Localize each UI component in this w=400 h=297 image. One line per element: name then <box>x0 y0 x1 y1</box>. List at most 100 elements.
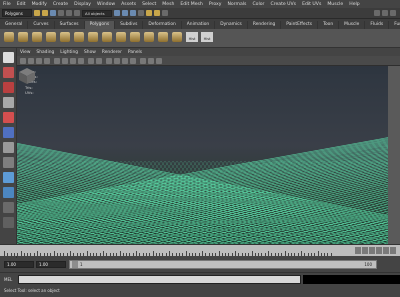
tab-toon[interactable]: Toon <box>318 21 340 29</box>
tab-dynamics[interactable]: Dynamics <box>215 21 248 29</box>
layout-four-icon[interactable] <box>3 187 14 198</box>
menu-create-uvs[interactable]: Create UVs <box>267 2 299 7</box>
film-gate-icon[interactable] <box>62 58 68 64</box>
safe-action-icon[interactable] <box>96 58 102 64</box>
tab-rendering[interactable]: Rendering <box>248 21 282 29</box>
snap-point-icon[interactable] <box>130 10 136 16</box>
tab-general[interactable]: General <box>0 21 29 29</box>
play-back-icon[interactable] <box>369 247 375 254</box>
manipulator-tool-icon[interactable] <box>3 142 14 153</box>
menu-mesh[interactable]: Mesh <box>159 2 177 7</box>
resolution-gate-icon[interactable] <box>70 58 76 64</box>
object-filter-dropdown[interactable]: All objects <box>82 9 112 17</box>
use-lights-icon[interactable] <box>148 58 154 64</box>
separate-icon[interactable] <box>116 32 126 42</box>
bridge-icon[interactable] <box>144 32 154 42</box>
camera-attributes-icon[interactable] <box>28 58 34 64</box>
perspective-viewport[interactable]: Verts: Edges: Faces: Tris: UVs: <box>17 66 388 244</box>
panel-menu-show[interactable]: Show <box>81 50 99 55</box>
panel-menu-renderer[interactable]: Renderer <box>99 50 125 55</box>
panel-menu-view[interactable]: View <box>17 50 33 55</box>
menu-modify[interactable]: Modify <box>29 2 50 7</box>
last-tool-icon[interactable] <box>3 157 14 168</box>
menu-muscle[interactable]: Muscle <box>324 2 346 7</box>
hist-button-2[interactable]: Hist <box>201 32 213 42</box>
menu-proxy[interactable]: Proxy <box>206 2 225 7</box>
layout-single-icon[interactable] <box>3 172 14 183</box>
menu-select[interactable]: Select <box>139 2 159 7</box>
hist-button-1[interactable]: Hist <box>186 32 198 42</box>
tab-fur[interactable]: Fur <box>389 21 400 29</box>
bookmark-icon[interactable] <box>36 58 42 64</box>
menu-display[interactable]: Display <box>71 2 94 7</box>
select-tool-icon[interactable] <box>3 52 14 63</box>
menu-assets[interactable]: Assets <box>118 2 139 7</box>
panel-menu-panels[interactable]: Panels <box>125 50 145 55</box>
poly-torus-icon[interactable] <box>88 32 98 42</box>
image-plane-icon[interactable] <box>44 58 50 64</box>
go-to-start-icon[interactable] <box>355 247 361 254</box>
view-cube-icon[interactable] <box>17 66 37 86</box>
menu-color[interactable]: Color <box>249 2 267 7</box>
tab-fluids[interactable]: Fluids <box>365 21 390 29</box>
tab-curves[interactable]: Curves <box>28 21 55 29</box>
combine-icon[interactable] <box>102 32 112 42</box>
wireframe-icon[interactable] <box>106 58 112 64</box>
extrude-icon[interactable] <box>130 32 140 42</box>
range-slider-handle[interactable] <box>72 261 78 268</box>
menu-edit[interactable]: Edit <box>14 2 29 7</box>
play-forward-icon[interactable] <box>376 247 382 254</box>
field-chart-icon[interactable] <box>88 58 94 64</box>
wireframe-on-shaded-icon[interactable] <box>122 58 128 64</box>
menu-file[interactable]: File <box>0 2 14 7</box>
menu-create[interactable]: Create <box>50 2 71 7</box>
step-back-icon[interactable] <box>362 247 368 254</box>
smooth-shade-icon[interactable] <box>114 58 120 64</box>
tab-deformation[interactable]: Deformation <box>143 21 182 29</box>
select-object-icon[interactable] <box>66 10 72 16</box>
range-slider[interactable]: 1 100 <box>69 260 377 269</box>
render-settings-icon[interactable] <box>162 10 168 16</box>
lasso-tool-icon[interactable] <box>3 67 14 78</box>
save-scene-icon[interactable] <box>50 10 56 16</box>
menu-edit-mesh[interactable]: Edit Mesh <box>177 2 205 7</box>
camera-select-icon[interactable] <box>20 58 26 64</box>
shelf-menu-icon[interactable] <box>4 32 14 42</box>
range-start-inner-field[interactable]: 1.00 <box>36 261 66 268</box>
layout-graph-icon[interactable] <box>3 217 14 228</box>
panel-menu-shading[interactable]: Shading <box>33 50 57 55</box>
select-component-icon[interactable] <box>74 10 80 16</box>
render-icon[interactable] <box>146 10 152 16</box>
paint-select-icon[interactable] <box>3 82 14 93</box>
open-scene-icon[interactable] <box>42 10 48 16</box>
poly-cube-icon[interactable] <box>32 32 42 42</box>
poly-plane-icon[interactable] <box>74 32 84 42</box>
move-tool-icon[interactable] <box>3 97 14 108</box>
tab-surfaces[interactable]: Surfaces <box>55 21 85 29</box>
mode-dropdown[interactable]: Polygons <box>2 9 32 17</box>
select-hierarchy-icon[interactable] <box>58 10 64 16</box>
menu-normals[interactable]: Normals <box>224 2 249 7</box>
panel-menu-lighting[interactable]: Lighting <box>57 50 81 55</box>
snap-curve-icon[interactable] <box>122 10 128 16</box>
gate-mask-icon[interactable] <box>78 58 84 64</box>
textured-icon[interactable] <box>140 58 146 64</box>
layout-outliner-icon[interactable] <box>3 202 14 213</box>
menu-edit-uvs[interactable]: Edit UVs <box>299 2 324 7</box>
poly-cylinder-icon[interactable] <box>46 32 56 42</box>
poly-sphere-icon[interactable] <box>18 32 28 42</box>
command-input[interactable] <box>18 275 301 284</box>
tool-settings-icon[interactable] <box>382 10 388 16</box>
menu-window[interactable]: Window <box>94 2 118 7</box>
ipr-render-icon[interactable] <box>154 10 160 16</box>
command-language-label[interactable]: MEL <box>4 277 12 282</box>
tab-muscle[interactable]: Muscle <box>339 21 366 29</box>
channel-box-icon[interactable] <box>390 10 396 16</box>
xray-icon[interactable] <box>130 58 136 64</box>
grid-toggle-icon[interactable] <box>54 58 60 64</box>
go-to-end-icon[interactable] <box>390 247 396 254</box>
menu-help[interactable]: Help <box>346 2 362 7</box>
tab-subdivs[interactable]: Subdivs <box>115 21 144 29</box>
smooth-icon[interactable] <box>158 32 168 42</box>
history-icon[interactable] <box>138 10 144 16</box>
